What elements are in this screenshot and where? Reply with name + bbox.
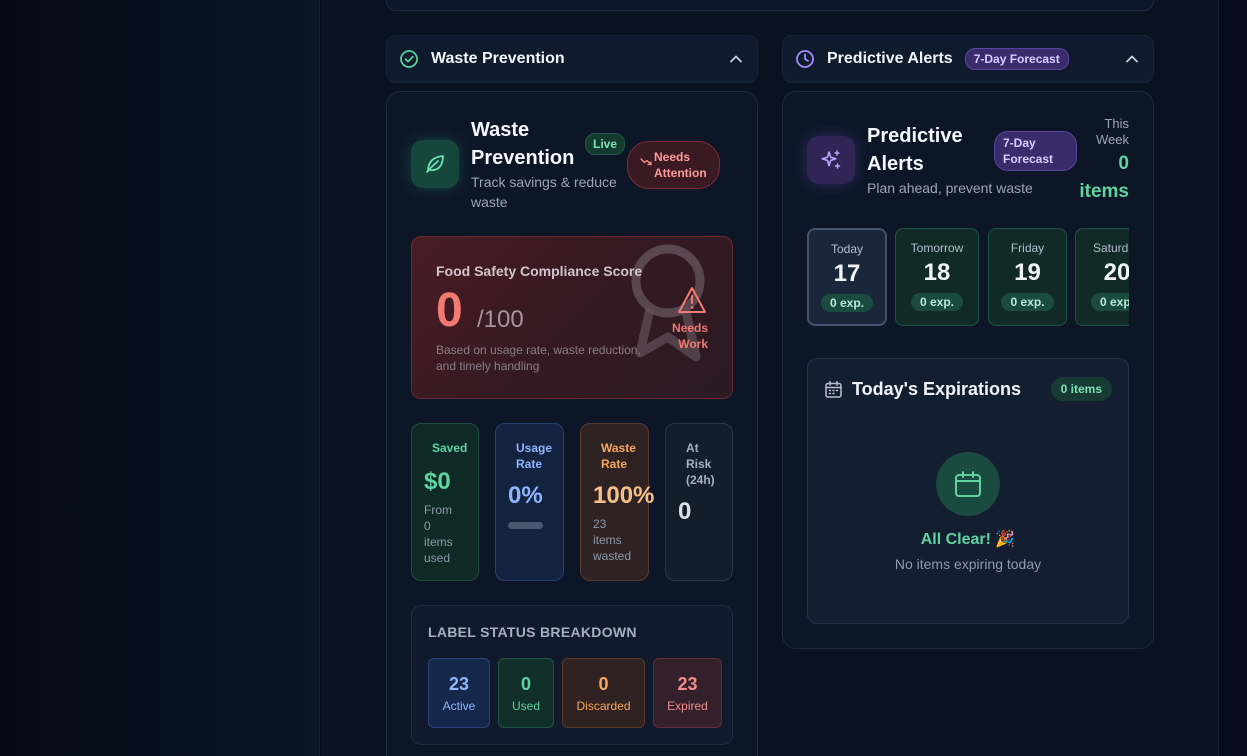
warning-triangle-icon [678, 287, 706, 313]
breakdown-title: LABEL STATUS BREAKDOWN [428, 624, 637, 640]
expirations-title: Today's Expirations [852, 379, 1021, 399]
waste-rate-sub: 23 items wasted [593, 517, 632, 563]
expirations-count-badge: 0 items [1050, 377, 1112, 401]
chevron-up-icon[interactable] [729, 52, 743, 66]
label-status-breakdown: LABEL STATUS BREAKDOWN 23 Active 0 Used … [411, 605, 733, 745]
usage-rate-value: 0% [508, 482, 543, 509]
check-circle-icon [400, 50, 418, 68]
breakdown-expired: 23 Expired [653, 658, 722, 728]
day-card-saturday[interactable]: Saturday 20 0 exp. [1075, 228, 1129, 326]
leaf-icon [426, 155, 444, 173]
breakdown-active: 23 Active [428, 658, 490, 728]
waste-prevention-header[interactable]: Waste Prevention [386, 35, 758, 83]
compliance-score-card: Food Safety Compliance Score 0 /100 Need… [411, 236, 733, 399]
sidebar-background [0, 0, 320, 756]
score-value: 0 [436, 284, 463, 337]
right-gutter [1219, 0, 1247, 756]
waste-header-title: Waste Prevention [431, 50, 565, 67]
waste-rate-value: 100% [593, 482, 655, 509]
day-card-friday[interactable]: Friday 19 0 exp. [988, 228, 1067, 326]
day-card-tomorrow[interactable]: Tomorrow 18 0 exp. [895, 228, 979, 326]
saved-sub: From 0 items used [424, 503, 453, 565]
leaf-icon-tile [411, 140, 459, 188]
empty-state-title: All Clear! 🎉 [920, 531, 1016, 548]
score-label: Food Safety Compliance Score [436, 263, 643, 279]
live-badge: Live [585, 133, 626, 155]
breakdown-used: 0 Used [498, 658, 554, 728]
saved-label: Saved [432, 441, 468, 455]
usage-rate-label: Usage Rate [516, 441, 553, 471]
waste-rate-stat-card: Waste Rate 100% 23 items wasted [580, 423, 655, 581]
score-status: Needs Work [671, 321, 708, 351]
calendar-icon [955, 471, 981, 497]
at-risk-label: At Risk (24h) [686, 441, 715, 487]
usage-rate-stat-card: Usage Rate 0% [495, 423, 564, 581]
day-card-today[interactable]: Today 17 0 exp. [807, 228, 887, 326]
breakdown-discarded: 0 Discarded [562, 658, 645, 728]
score-note: Based on usage rate, waste reduction, an… [436, 343, 641, 373]
score-max: /100 [477, 306, 524, 333]
waste-rate-label: Waste Rate [601, 441, 636, 471]
empty-state-subtitle: No items expiring today [894, 556, 1042, 572]
waste-card-title: Waste Prevention [471, 119, 575, 169]
todays-expirations-panel: Today's Expirations 0 items All Clear! 🎉… [807, 358, 1129, 624]
at-risk-stat-card: At Risk (24h) 0 [665, 423, 733, 581]
waste-card-subtitle: Track savings & reduce waste [471, 174, 617, 210]
saved-value: $0 [424, 468, 451, 495]
calendar-icon [825, 380, 842, 398]
at-risk-value: 0 [678, 498, 692, 525]
trend-down-icon [640, 158, 652, 166]
empty-state-icon-circle [936, 452, 1000, 516]
saved-stat-card: Saved $0 From 0 items used [411, 423, 479, 581]
needs-attention-badge: Needs Attention [627, 141, 720, 189]
usage-rate-progress-bar [508, 522, 543, 529]
